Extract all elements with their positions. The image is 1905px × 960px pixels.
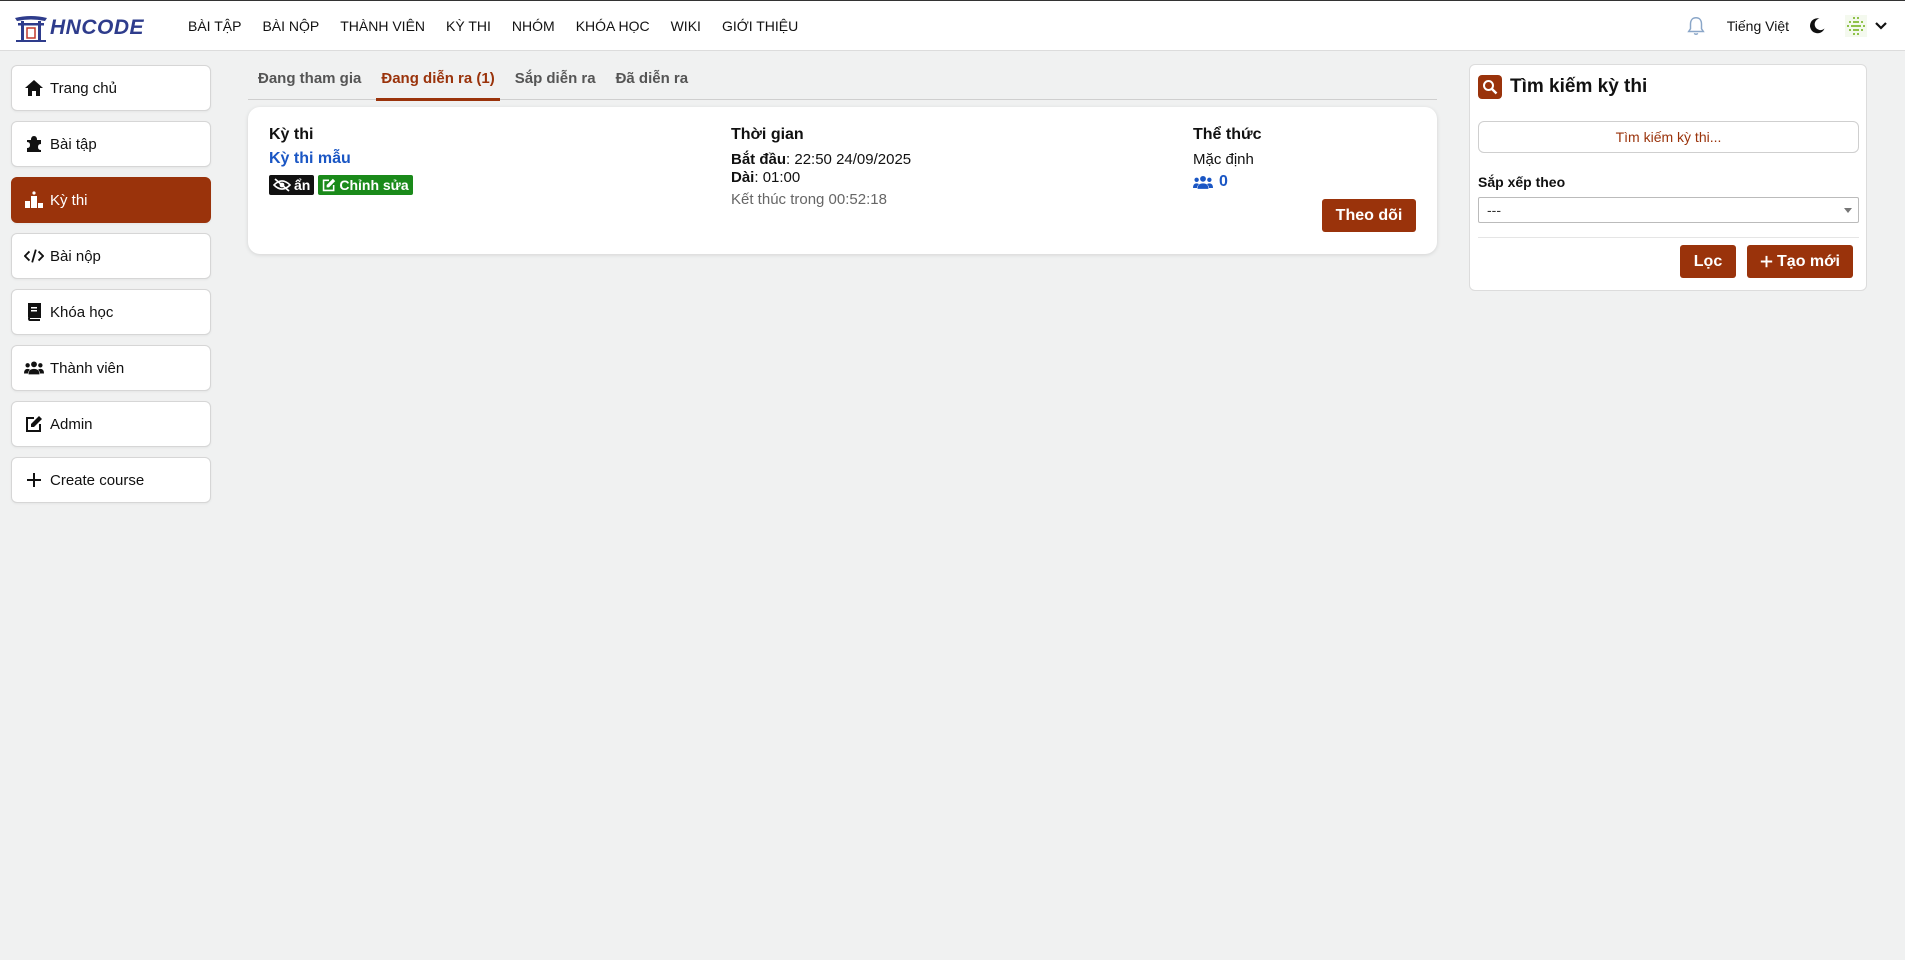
sidebar-item-khoa-hoc[interactable]: Khóa học	[11, 289, 211, 335]
contest-format: Mặc định	[1193, 151, 1254, 168]
plus-icon	[24, 470, 44, 490]
contest-search-input[interactable]	[1478, 121, 1859, 153]
contest-card: Kỳ thi Thời gian Thể thức Kỳ thi mẫu ẩn …	[248, 107, 1437, 254]
nav-right: Tiếng Việt	[1685, 1, 1889, 51]
sidebar-item-bai-nop[interactable]: Bài nộp	[11, 233, 211, 279]
countdown: Kết thúc trong 00:52:18	[731, 191, 887, 208]
edit-icon	[24, 414, 44, 434]
search-panel: Tìm kiếm kỳ thi Sắp xếp theo --- Lọc Tạo…	[1469, 64, 1867, 291]
logo-text: HNCODE	[50, 16, 145, 39]
tab-da-dien-ra[interactable]: Đã diễn ra	[611, 62, 694, 98]
home-icon	[24, 78, 44, 98]
create-contest-label: Tạo mới	[1777, 252, 1840, 270]
sort-select[interactable]: ---	[1478, 197, 1859, 223]
sidebar-item-label: Khóa học	[50, 303, 114, 321]
users-icon	[1193, 175, 1213, 189]
caret-down-icon	[1844, 208, 1852, 213]
main-nav: BÀI TẬP BÀI NỘP THÀNH VIÊN KỲ THI NHÓM K…	[188, 1, 819, 51]
start-value: 22:50 24/09/2025	[794, 151, 912, 168]
sidebar-item-label: Admin	[50, 415, 93, 433]
site-logo[interactable]: HNCODE	[14, 14, 144, 42]
sidebar-item-label: Thành viên	[50, 359, 125, 377]
nav-item-nhom[interactable]: NHÓM	[512, 18, 555, 34]
contest-name-link[interactable]: Kỳ thi mẫu	[269, 150, 351, 168]
create-contest-button[interactable]: Tạo mới	[1747, 245, 1853, 278]
tab-dang-dien-ra[interactable]: Đang diễn ra (1)	[376, 62, 500, 101]
length-value: 01:00	[762, 169, 801, 186]
search-panel-title: Tìm kiếm kỳ thi	[1478, 75, 1647, 99]
moon-icon[interactable]	[1807, 16, 1827, 36]
length-label: Dài	[731, 169, 755, 186]
sidebar-item-label: Create course	[50, 471, 145, 489]
sidebar-item-label: Trang chủ	[50, 79, 117, 97]
plus-icon	[1760, 255, 1773, 268]
start-time: Bắt đầu: 22:50 24/09/2025	[731, 151, 912, 168]
column-header-time: Thời gian	[731, 126, 804, 143]
hidden-badge: ẩn	[269, 175, 315, 195]
nav-item-ky-thi[interactable]: KỲ THI	[446, 18, 491, 34]
edit-contest-badge[interactable]: Chỉnh sửa	[318, 175, 413, 195]
chevron-down-icon[interactable]	[1873, 18, 1889, 34]
nav-item-bai-nop[interactable]: BÀI NỘP	[262, 18, 319, 34]
nav-item-bai-tap[interactable]: BÀI TẬP	[188, 18, 241, 34]
participant-count: 0	[1219, 173, 1228, 190]
tab-dang-tham-gia[interactable]: Đang tham gia	[253, 62, 366, 98]
sidebar-item-create-course[interactable]: Create course	[11, 457, 211, 503]
hidden-badge-label: ẩn	[294, 177, 311, 193]
search-icon	[1478, 75, 1502, 99]
sidebar-item-thanh-vien[interactable]: Thành viên	[11, 345, 211, 391]
top-navbar: HNCODE BÀI TẬP BÀI NỘP THÀNH VIÊN KỲ THI…	[0, 0, 1905, 51]
avatar[interactable]	[1845, 15, 1867, 37]
sidebar-item-trang-chu[interactable]: Trang chủ	[11, 65, 211, 111]
gate-logo-icon	[15, 16, 47, 42]
column-header-format: Thể thức	[1193, 126, 1262, 143]
edit-icon	[323, 178, 336, 192]
sidebar-item-label: Bài nộp	[50, 247, 101, 265]
sort-selected-value: ---	[1487, 202, 1501, 218]
filter-button[interactable]: Lọc	[1680, 245, 1736, 278]
sidebar: Trang chủ Bài tập Kỳ thi Bài nộp Khóa họ…	[11, 65, 211, 513]
nav-item-gioi-thieu[interactable]: GIỚI THIỆU	[722, 18, 798, 34]
eye-slash-icon	[273, 178, 291, 192]
bell-icon[interactable]	[1685, 15, 1707, 37]
sidebar-item-label: Kỳ thi	[50, 191, 88, 209]
users-icon	[24, 358, 44, 378]
panel-divider	[1478, 237, 1859, 238]
column-header-contest: Kỳ thi	[269, 126, 314, 143]
contest-tabs: Đang tham gia Đang diễn ra (1) Sắp diễn …	[248, 62, 1437, 101]
sidebar-item-admin[interactable]: Admin	[11, 401, 211, 447]
duration: Dài: 01:00	[731, 169, 801, 186]
nav-item-wiki[interactable]: WIKI	[671, 18, 701, 34]
book-icon	[24, 302, 44, 322]
nav-item-khoa-hoc[interactable]: KHÓA HỌC	[576, 18, 650, 34]
sort-label: Sắp xếp theo	[1478, 174, 1566, 190]
edit-badge-label: Chỉnh sửa	[339, 177, 409, 193]
contest-badges: ẩn Chỉnh sửa	[269, 175, 417, 195]
podium-icon	[24, 190, 44, 210]
sidebar-item-label: Bài tập	[50, 135, 97, 153]
code-icon	[24, 246, 44, 266]
sidebar-item-bai-tap[interactable]: Bài tập	[11, 121, 211, 167]
search-panel-title-text: Tìm kiếm kỳ thi	[1510, 76, 1648, 97]
nav-item-thanh-vien[interactable]: THÀNH VIÊN	[340, 18, 425, 34]
start-label: Bắt đầu	[731, 151, 787, 168]
sidebar-item-ky-thi[interactable]: Kỳ thi	[11, 177, 211, 223]
tab-sap-dien-ra[interactable]: Sắp diễn ra	[510, 62, 601, 98]
puzzle-icon	[24, 134, 44, 154]
participants-link[interactable]: 0	[1193, 173, 1228, 191]
language-selector[interactable]: Tiếng Việt	[1727, 18, 1789, 34]
follow-button[interactable]: Theo dõi	[1322, 199, 1416, 232]
